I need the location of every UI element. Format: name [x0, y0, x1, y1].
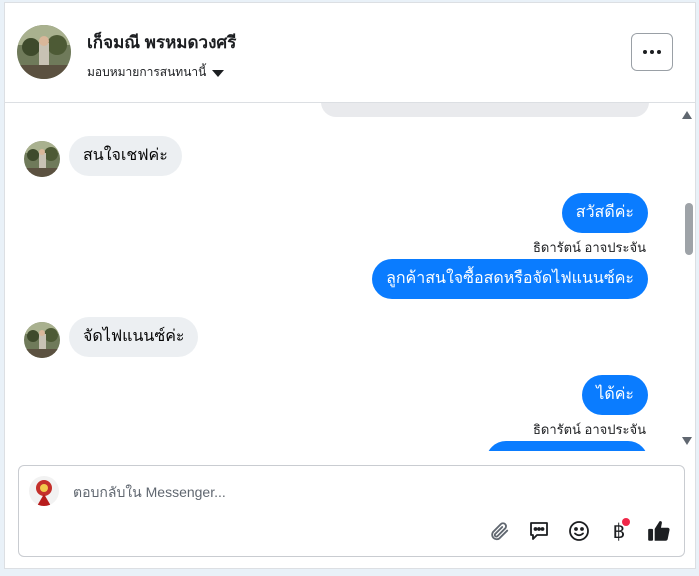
saved-replies-button[interactable]	[526, 518, 552, 544]
outgoing-message-partial	[486, 441, 648, 451]
emoji-button[interactable]	[566, 518, 592, 544]
incoming-message: สนใจเชฟค่ะ	[69, 136, 182, 176]
contact-avatar[interactable]	[17, 25, 71, 79]
attach-file-button[interactable]	[486, 518, 512, 544]
notification-dot	[622, 518, 630, 526]
conversation-header: เก็จมณี พรหมดวงศรี มอบหมายการสนทนานี้	[5, 3, 695, 103]
conversation-panel: เก็จมณี พรหมดวงศรี มอบหมายการสนทนานี้ สน…	[4, 2, 696, 569]
smiley-icon	[569, 521, 589, 541]
outgoing-message: สวัสดีค่ะ	[561, 193, 648, 233]
reply-composer: ฿	[18, 465, 685, 557]
more-dot-icon	[657, 50, 661, 54]
message-thread[interactable]: สนใจเชฟค่ะ สวัสดีค่ะ ธิดารัตน์ อาจประจัน…	[5, 103, 695, 451]
chat-scrollbar[interactable]	[681, 109, 695, 451]
assign-label: มอบหมายการสนทนานี้	[87, 65, 207, 79]
chat-bubble-icon	[530, 522, 548, 540]
contact-avatar-small	[24, 141, 60, 177]
payment-request-button[interactable]: ฿	[606, 518, 632, 544]
outgoing-message: ลูกค้าสนใจซื้อสดหรือจัดไฟแนนซ์คะ	[372, 259, 648, 299]
sender-name: ธิดารัตน์ อาจประจัน	[532, 422, 646, 437]
thumbs-up-icon	[648, 521, 670, 541]
more-dot-icon	[643, 50, 647, 54]
assign-conversation-dropdown[interactable]: มอบหมายการสนทนานี้	[87, 63, 225, 82]
contact-avatar-small	[24, 322, 60, 358]
scroll-up-arrow-icon[interactable]	[682, 111, 692, 119]
scroll-down-arrow-icon[interactable]	[682, 437, 692, 445]
more-options-button[interactable]	[631, 33, 673, 71]
outgoing-message: ได้ค่ะ	[582, 375, 648, 415]
composer-toolbar: ฿	[486, 518, 672, 544]
contact-name: เก็จมณี พรหมดวงศรี	[87, 33, 237, 52]
incoming-message: จัดไฟแนนซ์ค่ะ	[69, 317, 199, 357]
paperclip-icon	[491, 522, 509, 541]
scrollbar-thumb[interactable]	[685, 203, 693, 255]
like-button[interactable]	[646, 518, 672, 544]
sender-name: ธิดารัตน์ อาจประจัน	[532, 240, 646, 255]
caret-down-icon	[212, 70, 225, 77]
reply-input[interactable]	[71, 478, 635, 506]
more-dot-icon	[650, 50, 654, 54]
page-avatar	[29, 476, 59, 506]
previous-message-bubble	[321, 103, 649, 117]
